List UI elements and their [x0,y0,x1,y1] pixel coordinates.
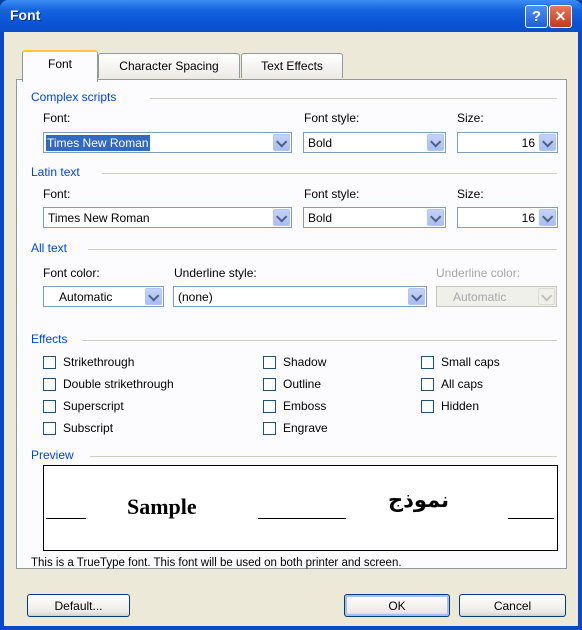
engrave-label[interactable]: Engrave [283,421,328,435]
double-strikethrough-checkbox[interactable] [43,378,56,391]
latin-style-combo[interactable]: Bold [303,207,446,228]
font-color-combo[interactable]: Automatic [43,286,164,307]
preview-group-label: Preview [31,448,74,462]
double-strikethrough-label[interactable]: Double strikethrough [63,377,174,391]
chevron-down-icon[interactable] [427,209,444,226]
latin-style-label: Font style: [304,187,360,201]
complex-font-combo[interactable]: Times New Roman [43,132,292,153]
all-caps-label[interactable]: All caps [441,377,483,391]
latin-style-value: Bold [308,211,333,225]
latin-font-combo[interactable]: Times New Roman [43,207,292,228]
preview-sample-arabic: نموذج [388,488,450,512]
complex-style-combo[interactable]: Bold [303,132,446,153]
hidden-checkbox[interactable] [421,400,434,413]
complex-size-label: Size: [457,111,484,125]
all-text-group-label: All text [31,241,68,255]
group-divider [88,249,557,250]
emboss-checkbox[interactable] [263,400,276,413]
strikethrough-label[interactable]: Strikethrough [63,355,134,369]
font-color-value: Automatic [59,290,113,304]
latin-font-value: Times New Roman [48,211,150,225]
outline-label[interactable]: Outline [283,377,321,391]
chevron-down-icon [538,288,555,305]
default-button[interactable]: Default... [27,594,130,617]
engrave-checkbox[interactable] [263,422,276,435]
hidden-label[interactable]: Hidden [441,399,479,413]
close-button[interactable]: ✕ [549,5,572,28]
group-divider [90,456,557,457]
chevron-down-icon[interactable] [408,288,425,305]
shadow-label[interactable]: Shadow [283,355,326,369]
latin-size-combo[interactable]: 16 [457,207,558,228]
small-caps-checkbox[interactable] [421,356,434,369]
dialog-title: Font [10,7,41,23]
preview-baseline [46,518,86,519]
emboss-label[interactable]: Emboss [283,399,326,413]
all-caps-checkbox[interactable] [421,378,434,391]
complex-style-label: Font style: [304,111,360,125]
chevron-down-icon[interactable] [539,134,556,151]
help-button[interactable]: ? [525,5,548,28]
group-divider [102,173,557,174]
underline-style-combo[interactable]: (none) [173,286,427,307]
underline-color-label: Underline color: [436,266,521,280]
latin-size-label: Size: [457,187,484,201]
complex-font-label: Font: [43,111,71,125]
underline-style-value: (none) [178,290,213,304]
ok-button[interactable]: OK [344,594,450,617]
complex-font-value: Times New Roman [46,135,150,151]
complex-scripts-group-label: Complex scripts [31,90,117,104]
strikethrough-checkbox[interactable] [43,356,56,369]
tab-font[interactable]: Font [22,50,98,82]
group-divider [82,340,557,341]
superscript-label[interactable]: Superscript [63,399,124,413]
preview-sample-latin: Sample [127,494,197,519]
preview-baseline [508,518,554,519]
tab-text-effects[interactable]: Text Effects [241,53,343,78]
small-caps-label[interactable]: Small caps [441,355,500,369]
chevron-down-icon[interactable] [145,288,162,305]
tab-character-spacing[interactable]: Character Spacing [98,53,240,78]
subscript-label[interactable]: Subscript [63,421,113,435]
latin-text-group-label: Latin text [31,165,80,179]
outline-checkbox[interactable] [263,378,276,391]
underline-style-label: Underline style: [174,266,257,280]
chevron-down-icon[interactable] [427,134,444,151]
latin-size-value: 16 [521,211,535,225]
complex-style-value: Bold [308,136,333,150]
shadow-checkbox[interactable] [263,356,276,369]
truetype-note: This is a TrueType font. This font will … [31,557,402,569]
complex-size-value: 16 [521,136,535,150]
latin-font-label: Font: [43,187,71,201]
superscript-checkbox[interactable] [43,400,56,413]
chevron-down-icon[interactable] [273,134,290,151]
preview-box [43,465,558,551]
title-bar[interactable]: Font ? ✕ [0,0,582,32]
preview-baseline [258,518,346,519]
font-color-label: Font color: [43,266,100,280]
chevron-down-icon[interactable] [539,209,556,226]
complex-size-combo[interactable]: 16 [457,132,558,153]
subscript-checkbox[interactable] [43,422,56,435]
underline-color-value: Automatic [453,290,507,304]
underline-color-combo: Automatic [436,286,557,307]
cancel-button[interactable]: Cancel [459,594,566,617]
chevron-down-icon[interactable] [273,209,290,226]
effects-group-label: Effects [31,332,68,346]
group-divider [150,98,557,99]
